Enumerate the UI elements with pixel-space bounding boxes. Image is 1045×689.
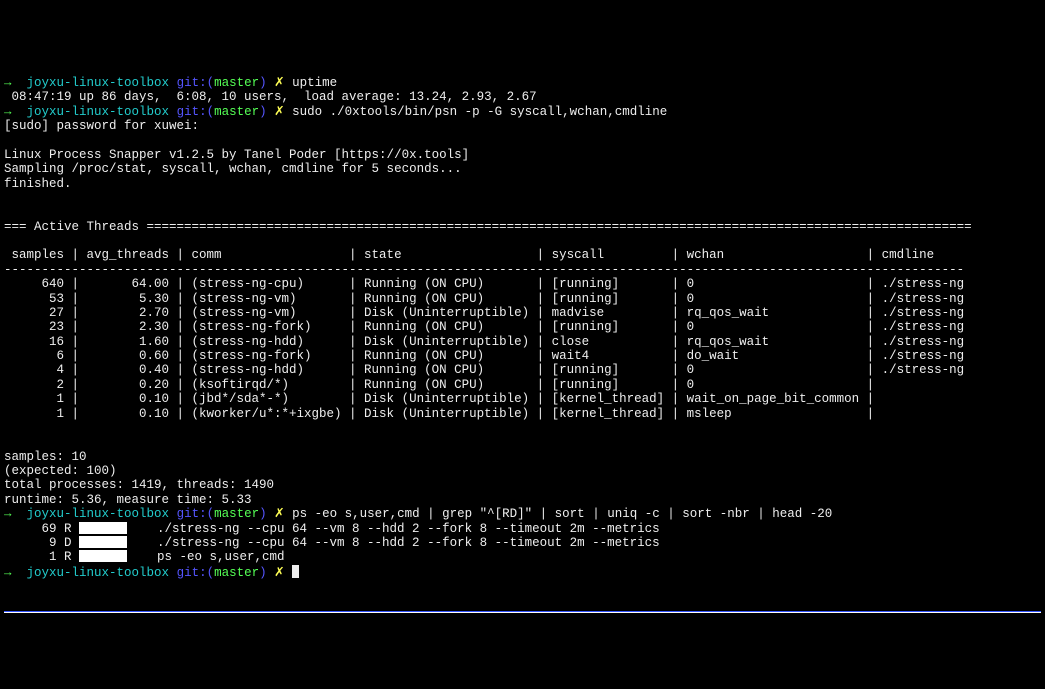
ps-row: 1 R ps -eo s,user,cmd <box>4 550 285 564</box>
prompt-host: joyxu-linux-toolbox <box>27 507 170 521</box>
active-threads-header: === Active Threads =====================… <box>4 220 972 234</box>
psn-banner-2: Sampling /proc/stat, syscall, wchan, cmd… <box>4 162 462 176</box>
table-row: 27 | 2.70 | (stress-ng-vm) | Disk (Unint… <box>4 306 964 320</box>
table-header: samples | avg_threads | comm | state | s… <box>4 248 934 262</box>
prompt-git-suffix: ) <box>259 105 267 119</box>
prompt-git-prefix: git:( <box>177 105 215 119</box>
ps-row: 69 R ./stress-ng --cpu 64 --vm 8 --hdd 2… <box>4 522 660 536</box>
psn-footer-runtime: runtime: 5.36, measure time: 5.33 <box>4 493 252 507</box>
prompt-dirty: ✗ <box>274 566 284 580</box>
table-row: 53 | 5.30 | (stress-ng-vm) | Running (ON… <box>4 292 964 306</box>
prompt-git-prefix: git:( <box>177 566 215 580</box>
redacted-user <box>79 536 127 548</box>
prompt-branch: master <box>214 105 259 119</box>
table-row: 2 | 0.20 | (ksoftirqd/*) | Running (ON C… <box>4 378 874 392</box>
prompt-host: joyxu-linux-toolbox <box>27 105 170 119</box>
prompt-git-suffix: ) <box>259 566 267 580</box>
prompt-branch: master <box>214 507 259 521</box>
psn-footer-processes: total processes: 1419, threads: 1490 <box>4 478 274 492</box>
table-row: 23 | 2.30 | (stress-ng-fork) | Running (… <box>4 320 964 334</box>
prompt-arrow: → <box>4 76 12 90</box>
ps-row: 9 D ./stress-ng --cpu 64 --vm 8 --hdd 2 … <box>4 536 660 550</box>
prompt-arrow: → <box>4 507 12 521</box>
table-row: 640 | 64.00 | (stress-ng-cpu) | Running … <box>4 277 964 291</box>
table-divider: ----------------------------------------… <box>4 263 964 277</box>
prompt-dirty: ✗ <box>274 105 284 119</box>
table-row: 1 | 0.10 | (kworker/u*:*+ixgbe) | Disk (… <box>4 407 874 421</box>
prompt-git-suffix: ) <box>259 507 267 521</box>
cmd-psn: sudo ./0xtools/bin/psn -p -G syscall,wch… <box>292 105 667 119</box>
sudo-prompt: [sudo] password for xuwei: <box>4 119 199 133</box>
table-row: 1 | 0.10 | (jbd*/sda*-*) | Disk (Uninter… <box>4 392 874 406</box>
prompt-branch: master <box>214 566 259 580</box>
terminal-cursor[interactable] <box>292 565 299 578</box>
prompt-arrow: → <box>4 105 12 119</box>
prompt-dirty: ✗ <box>274 76 284 90</box>
prompt-git-prefix: git:( <box>177 507 215 521</box>
psn-banner-1: Linux Process Snapper v1.2.5 by Tanel Po… <box>4 148 469 162</box>
psn-footer-expected: (expected: 100) <box>4 464 117 478</box>
prompt-host: joyxu-linux-toolbox <box>27 76 170 90</box>
terminal-border <box>4 611 1041 613</box>
table-row: 4 | 0.40 | (stress-ng-hdd) | Running (ON… <box>4 363 964 377</box>
uptime-output: 08:47:19 up 86 days, 6:08, 10 users, loa… <box>4 90 537 104</box>
psn-footer-samples: samples: 10 <box>4 450 87 464</box>
table-row: 6 | 0.60 | (stress-ng-fork) | Running (O… <box>4 349 964 363</box>
prompt-branch: master <box>214 76 259 90</box>
redacted-user <box>79 522 127 534</box>
redacted-user <box>79 550 127 562</box>
cmd-ps: ps -eo s,user,cmd | grep "^[RD]" | sort … <box>292 507 832 521</box>
prompt-git-prefix: git:( <box>177 76 215 90</box>
terminal-output: → joyxu-linux-toolbox git:(master) ✗ upt… <box>4 62 1041 581</box>
cmd-uptime: uptime <box>292 76 337 90</box>
table-row: 16 | 1.60 | (stress-ng-hdd) | Disk (Unin… <box>4 335 964 349</box>
prompt-git-suffix: ) <box>259 76 267 90</box>
prompt-host: joyxu-linux-toolbox <box>27 566 170 580</box>
prompt-dirty: ✗ <box>274 507 284 521</box>
prompt-arrow: → <box>4 566 12 580</box>
psn-banner-3: finished. <box>4 177 72 191</box>
